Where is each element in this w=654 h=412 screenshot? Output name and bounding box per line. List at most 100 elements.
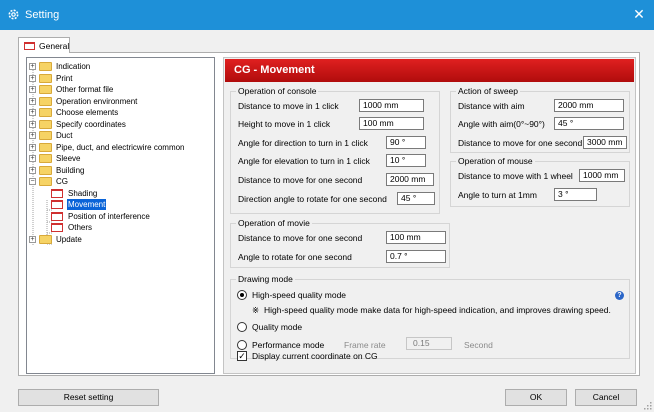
field-label: Angle for direction to turn in 1 click xyxy=(238,138,368,148)
settings-tree[interactable]: + Indication + Print + Other format file + Oper… xyxy=(26,57,215,374)
field-label: Distance with aim xyxy=(458,101,525,111)
expand-icon[interactable]: + xyxy=(29,120,36,128)
group-title: Operation of mouse xyxy=(456,156,535,166)
dialog-body: General + Indication + Print + Other format f… xyxy=(0,30,654,412)
frame-rate-label: Frame rate xyxy=(344,340,386,350)
expand-icon[interactable]: + xyxy=(29,143,36,151)
field-label: Distance to move for one second xyxy=(238,175,363,185)
expand-icon[interactable]: + xyxy=(29,97,36,105)
tree-item-label: Shading xyxy=(68,188,98,198)
mouse-turn-angle-input[interactable]: 3 ° xyxy=(554,188,597,201)
title-bar: Setting ✕ xyxy=(0,0,654,30)
folder-icon xyxy=(39,154,52,163)
high-speed-mode-radio[interactable] xyxy=(237,290,247,300)
folder-icon xyxy=(39,96,52,106)
field-label: Direction angle to rotate for one second xyxy=(238,194,387,204)
collapse-icon[interactable]: − xyxy=(29,178,36,185)
tree-item-label: Indication xyxy=(56,62,91,71)
radio-label[interactable]: Quality mode xyxy=(252,322,302,332)
folder-icon xyxy=(39,85,52,94)
settings-content: CG - Movement Operation of console Dista… xyxy=(223,57,636,374)
tree-item-label: Choose elements xyxy=(56,108,119,117)
field-label: Angle for elevation to turn in 1 click xyxy=(238,156,370,166)
folder-icon xyxy=(39,131,52,140)
frame-rate-unit: Second xyxy=(464,340,493,350)
direction-angle-input[interactable]: 90 ° xyxy=(386,136,426,149)
movie-rotate-angle-input[interactable]: 0.7 ° xyxy=(386,250,446,263)
expand-icon[interactable]: + xyxy=(29,166,36,174)
tree-item-label: Position of interference xyxy=(68,211,150,221)
wheel-distance-input[interactable]: 1000 mm xyxy=(579,169,625,182)
checkbox-label[interactable]: Display current coordinate on CG xyxy=(252,351,378,361)
field-label: Angle to turn at 1mm xyxy=(458,190,537,200)
tree-item-label: Specify coordinates xyxy=(56,119,126,129)
display-coordinate-checkbox[interactable]: ✓ xyxy=(237,351,247,361)
note-mark: ※ xyxy=(252,305,260,315)
movie-distance-input[interactable]: 100 mm xyxy=(386,231,446,244)
expand-icon[interactable]: + xyxy=(29,132,36,139)
elevation-angle-input[interactable]: 10 ° xyxy=(386,154,426,167)
expand-icon[interactable]: + xyxy=(29,109,36,116)
group-title: Drawing mode xyxy=(236,274,295,284)
tree-item-label: Movement xyxy=(67,199,107,210)
angle-with-aim-input[interactable]: 45 ° xyxy=(554,117,624,130)
field-label: Height to move in 1 click xyxy=(238,119,331,129)
tree-item-label: Operation environment xyxy=(56,96,138,106)
page-icon xyxy=(51,211,63,221)
tree-item-label: CG xyxy=(56,177,68,186)
field-label: Distance to move with 1 wheel xyxy=(458,171,573,181)
close-button[interactable]: ✕ xyxy=(624,0,654,30)
expand-icon[interactable]: + xyxy=(29,235,36,243)
page-icon xyxy=(51,200,63,209)
folder-icon xyxy=(39,142,52,152)
resize-grip-icon[interactable] xyxy=(644,402,652,410)
cancel-button[interactable]: Cancel xyxy=(575,389,637,406)
group-title: Operation of movie xyxy=(236,218,312,228)
group-sweep: Action of sweep Distance with aim 2000 m… xyxy=(450,86,630,153)
tab-label: General xyxy=(39,41,70,51)
distance-with-aim-input[interactable]: 2000 mm xyxy=(554,99,624,112)
folder-icon xyxy=(39,73,52,83)
tree-item-label: Pipe, duct, and electricwire common xyxy=(56,142,185,152)
radio-label[interactable]: High-speed quality mode xyxy=(252,290,346,300)
group-title: Operation of console xyxy=(236,86,319,96)
tab-panel: + Indication + Print + Other format file + Oper… xyxy=(18,52,640,376)
expand-icon[interactable]: + xyxy=(29,74,36,82)
group-title: Action of sweep xyxy=(456,86,521,96)
high-speed-note: High-speed quality mode make data for hi… xyxy=(264,305,611,315)
rotate-angle-input[interactable]: 45 ° xyxy=(397,192,435,205)
height-per-click-input[interactable]: 100 mm xyxy=(359,117,424,130)
expand-icon[interactable]: + xyxy=(29,86,36,93)
tree-item-label: Other format file xyxy=(56,85,114,94)
expand-icon[interactable]: + xyxy=(29,63,36,70)
page-icon xyxy=(51,188,63,198)
field-label: Distance to move for one second xyxy=(458,138,583,148)
field-label: Angle to rotate for one second xyxy=(238,252,352,262)
help-icon[interactable]: ? xyxy=(615,291,624,300)
distance-per-click-input[interactable]: 1000 mm xyxy=(359,99,424,112)
tree-item-label: Print xyxy=(56,73,73,83)
page-icon xyxy=(24,42,35,50)
sweep-distance-per-second-input[interactable]: 3000 mm xyxy=(583,136,627,149)
expand-icon[interactable]: + xyxy=(29,155,36,162)
folder-icon xyxy=(39,234,52,244)
reset-setting-button[interactable]: Reset setting xyxy=(18,389,159,406)
folder-icon xyxy=(39,165,52,175)
group-console: Operation of console Distance to move in… xyxy=(230,86,440,214)
folder-icon xyxy=(39,177,52,186)
field-label: Angle with aim(0°~90°) xyxy=(458,119,545,129)
radio-label[interactable]: Performance mode xyxy=(252,340,324,350)
tree-item-label: Building xyxy=(56,165,85,175)
performance-mode-radio[interactable] xyxy=(237,340,247,350)
tab-general[interactable]: General xyxy=(18,37,70,53)
group-movie: Operation of movie Distance to move for … xyxy=(230,218,450,268)
tree-item-label: Sleeve xyxy=(56,154,81,163)
distance-per-second-input[interactable]: 2000 mm xyxy=(386,173,434,186)
folder-icon xyxy=(39,108,52,117)
ok-button[interactable]: OK xyxy=(505,389,567,406)
page-title: CG - Movement xyxy=(225,59,634,82)
folder-icon xyxy=(39,119,52,129)
frame-rate-input[interactable]: 0.15 xyxy=(406,337,452,350)
quality-mode-radio[interactable] xyxy=(237,322,247,332)
window-title: Setting xyxy=(25,9,60,21)
